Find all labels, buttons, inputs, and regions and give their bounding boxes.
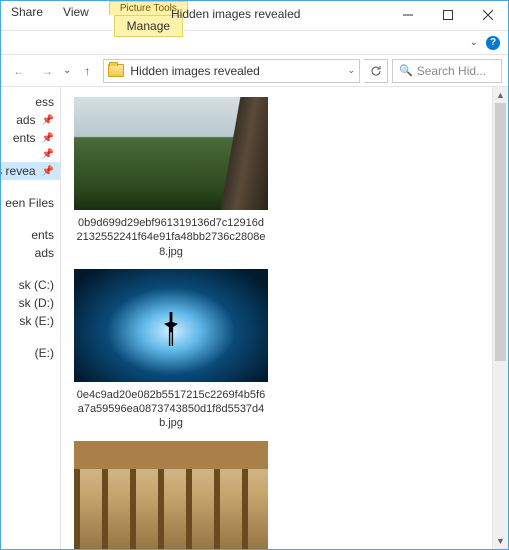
tab-share[interactable]: Share bbox=[1, 1, 53, 25]
sidebar-item[interactable]: sk (D:) bbox=[1, 294, 60, 312]
pin-icon: 📌 bbox=[42, 115, 54, 126]
close-button[interactable] bbox=[468, 1, 508, 29]
address-dropdown-icon[interactable]: ⌄ bbox=[347, 65, 355, 76]
nav-forward-button[interactable]: → bbox=[35, 59, 59, 83]
items-grid: 0b9d699d29ebf961319136d7c12916d213255224… bbox=[71, 93, 488, 549]
sidebar-item[interactable]: ads 📌 bbox=[1, 111, 60, 129]
thumbnail-image bbox=[74, 269, 268, 382]
pin-icon: 📌 bbox=[42, 149, 54, 160]
expand-ribbon-icon[interactable]: ⌄ bbox=[470, 37, 478, 48]
vertical-scrollbar[interactable]: ▲ ▼ bbox=[492, 87, 508, 549]
pin-icon: 📌 bbox=[42, 133, 54, 144]
sidebar-item-label: sk (E:) bbox=[19, 314, 54, 328]
sidebar-item-label: een Files bbox=[5, 196, 54, 210]
sidebar-item[interactable]: ents bbox=[1, 226, 60, 244]
search-icon: 🔍 bbox=[399, 64, 413, 77]
nav-history-dropdown[interactable]: ⌄ bbox=[63, 65, 71, 76]
sidebar-item-label: ents bbox=[31, 228, 54, 242]
ribbon-collapse-row: ⌄ ? bbox=[1, 31, 508, 55]
titlebar: Share View Picture Tools Manage Hidden i… bbox=[1, 1, 508, 31]
sidebar-item-label: images revea bbox=[1, 164, 36, 178]
window-title: Hidden images revealed bbox=[171, 7, 300, 21]
pin-icon: 📌 bbox=[42, 166, 54, 177]
folder-icon bbox=[108, 64, 124, 77]
sidebar-item[interactable]: een Files bbox=[1, 194, 60, 212]
sidebar-item-label: ads bbox=[35, 246, 54, 260]
sidebar-item[interactable]: ads bbox=[1, 244, 60, 262]
scroll-down-button[interactable]: ▼ bbox=[493, 533, 508, 549]
scroll-thumb[interactable] bbox=[495, 103, 506, 361]
nav-pane: ess ads 📌 ents 📌 📌 images revea 📌 een Files en… bbox=[1, 87, 61, 549]
content-pane[interactable]: 0b9d699d29ebf961319136d7c12916d213255224… bbox=[61, 87, 492, 549]
tab-view[interactable]: View bbox=[53, 1, 99, 25]
sidebar-group: ents ads bbox=[1, 226, 60, 262]
maximize-button[interactable] bbox=[428, 1, 468, 29]
sidebar-item[interactable]: (E:) bbox=[1, 344, 60, 362]
file-item[interactable]: 0b9d699d29ebf961319136d7c12916d213255224… bbox=[71, 93, 271, 259]
file-name[interactable]: 0e4c9ad20e082b5517215c2269f4b5f6a7a59596… bbox=[71, 388, 271, 431]
scroll-track[interactable] bbox=[493, 103, 508, 533]
file-item[interactable]: 0e4c9ad20e082b5517215c2269f4b5f6a7a59596… bbox=[71, 265, 271, 431]
search-input[interactable]: 🔍 Search Hid... bbox=[392, 59, 502, 83]
sidebar-item[interactable]: 📌 bbox=[1, 147, 60, 162]
thumbnail-image bbox=[74, 97, 268, 210]
ribbon-tabs: Share View Picture Tools Manage bbox=[1, 1, 188, 25]
sidebar-drives: sk (C:) sk (D:) sk (E:) bbox=[1, 276, 60, 330]
body: ess ads 📌 ents 📌 📌 images revea 📌 een Files en… bbox=[1, 87, 508, 549]
sidebar-item-label: (E:) bbox=[35, 346, 54, 360]
refresh-button[interactable] bbox=[364, 59, 388, 83]
scroll-up-button[interactable]: ▲ bbox=[493, 87, 508, 103]
sidebar-item[interactable]: sk (E:) bbox=[1, 312, 60, 330]
sidebar-item[interactable]: images revea 📌 bbox=[1, 162, 60, 180]
thumbnail[interactable] bbox=[71, 437, 271, 549]
minimize-button[interactable] bbox=[388, 1, 428, 29]
help-icon[interactable]: ? bbox=[486, 36, 500, 50]
file-item[interactable]: 97fc2bf9390c081bdbfbce2676e1cd9da99fe03d… bbox=[71, 437, 271, 549]
address-box[interactable]: Hidden images revealed ⌄ bbox=[103, 59, 360, 83]
window-controls bbox=[388, 1, 508, 29]
file-name[interactable]: 0b9d699d29ebf961319136d7c12916d213255224… bbox=[71, 216, 271, 259]
address-bar: ← → ⌄ ↑ Hidden images revealed ⌄ 🔍 Searc… bbox=[1, 55, 508, 87]
thumbnail-image bbox=[74, 441, 268, 549]
search-placeholder: Search Hid... bbox=[417, 64, 486, 78]
sidebar-item-label: ads bbox=[16, 113, 35, 127]
sidebar-item-label: ents bbox=[13, 131, 36, 145]
thumbnail[interactable] bbox=[71, 265, 271, 386]
sidebar-header[interactable]: ess bbox=[1, 93, 60, 111]
sidebar-item[interactable]: sk (C:) bbox=[1, 276, 60, 294]
sidebar-item-label: sk (D:) bbox=[19, 296, 54, 310]
sidebar-group: een Files bbox=[1, 194, 60, 212]
sidebar-quick-access: ess ads 📌 ents 📌 📌 images revea 📌 bbox=[1, 93, 60, 180]
thumbnail[interactable] bbox=[71, 93, 271, 214]
sidebar-group: (E:) bbox=[1, 344, 60, 362]
nav-back-button[interactable]: ← bbox=[7, 59, 31, 83]
sidebar-item[interactable]: ents 📌 bbox=[1, 129, 60, 147]
nav-up-button[interactable]: ↑ bbox=[75, 59, 99, 83]
sidebar-item-label: sk (C:) bbox=[19, 278, 54, 292]
breadcrumb[interactable]: Hidden images revealed bbox=[130, 64, 259, 78]
